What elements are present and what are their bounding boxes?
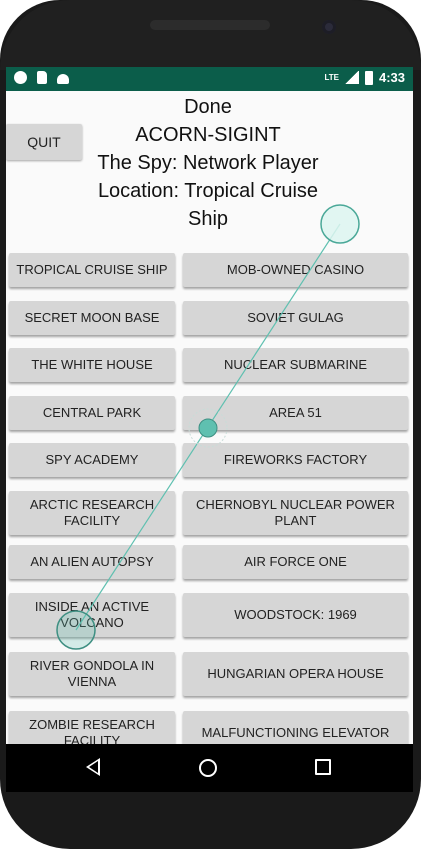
recent-apps-icon[interactable] [315, 759, 331, 775]
location-button[interactable]: NUCLEAR SUBMARINE [183, 348, 408, 382]
location-button[interactable]: CENTRAL PARK [9, 396, 175, 430]
location-text: Location: Tropical Cruise [97, 180, 319, 202]
quit-button[interactable]: QUIT [6, 124, 82, 160]
location-button[interactable]: SECRET MOON BASE [9, 301, 175, 335]
android-icon [57, 73, 69, 84]
location-button[interactable]: MALFUNCTIONING ELEVATOR [183, 711, 408, 744]
location-button[interactable]: SOVIET GULAG [183, 301, 408, 335]
home-icon[interactable] [199, 759, 217, 777]
location-button[interactable]: AREA 51 [183, 396, 408, 430]
location-button[interactable]: ZOMBIE RESEARCH FACILITY [9, 711, 175, 744]
location-button[interactable]: INSIDE AN ACTIVE VOLCANO [9, 593, 175, 637]
notification-dot-icon [14, 71, 27, 84]
status-bar: LTE 4:33 [6, 67, 413, 91]
signal-icon [344, 71, 359, 84]
clock: 4:33 [378, 70, 405, 85]
location-button[interactable]: HUNGARIAN OPERA HOUSE [183, 652, 408, 696]
role-text: The Spy: Network Player [97, 152, 319, 174]
location-button[interactable]: TROPICAL CRUISE SHIP [9, 253, 175, 287]
location-button[interactable]: MOB-OWNED CASINO [183, 253, 408, 287]
back-icon[interactable] [86, 758, 100, 776]
location-text-cont: Ship [187, 208, 229, 230]
location-button[interactable]: FIREWORKS FACTORY [183, 443, 408, 477]
speaker-grille [150, 20, 270, 30]
app-screen: LTE 4:33 QUIT Done ACORN-SIGINT The Spy:… [6, 67, 413, 744]
network-type: LTE [324, 73, 339, 82]
location-button[interactable]: RIVER GONDOLA IN VIENNA [9, 652, 175, 696]
front-camera-icon [322, 20, 336, 34]
location-button[interactable]: WOODSTOCK: 1969 [183, 593, 408, 637]
location-button[interactable]: SPY ACADEMY [9, 443, 175, 477]
phone-frame: LTE 4:33 QUIT Done ACORN-SIGINT The Spy:… [0, 0, 421, 849]
location-button[interactable]: THE WHITE HOUSE [9, 348, 175, 382]
phone-top-bezel [0, 0, 421, 70]
sd-card-icon [37, 71, 47, 84]
location-button[interactable]: CHERNOBYL NUCLEAR POWER PLANT [183, 491, 408, 535]
location-button[interactable]: ARCTIC RESEARCH FACILITY [9, 491, 175, 535]
battery-icon [364, 70, 373, 85]
game-header: Done ACORN-SIGINT The Spy: Network Playe… [78, 93, 338, 233]
navigation-bar [6, 744, 413, 792]
player-name: ACORN-SIGINT [135, 124, 281, 146]
location-button[interactable]: AIR FORCE ONE [183, 545, 408, 579]
status-text: Done [184, 96, 232, 118]
location-button[interactable]: AN ALIEN AUTOPSY [9, 545, 175, 579]
